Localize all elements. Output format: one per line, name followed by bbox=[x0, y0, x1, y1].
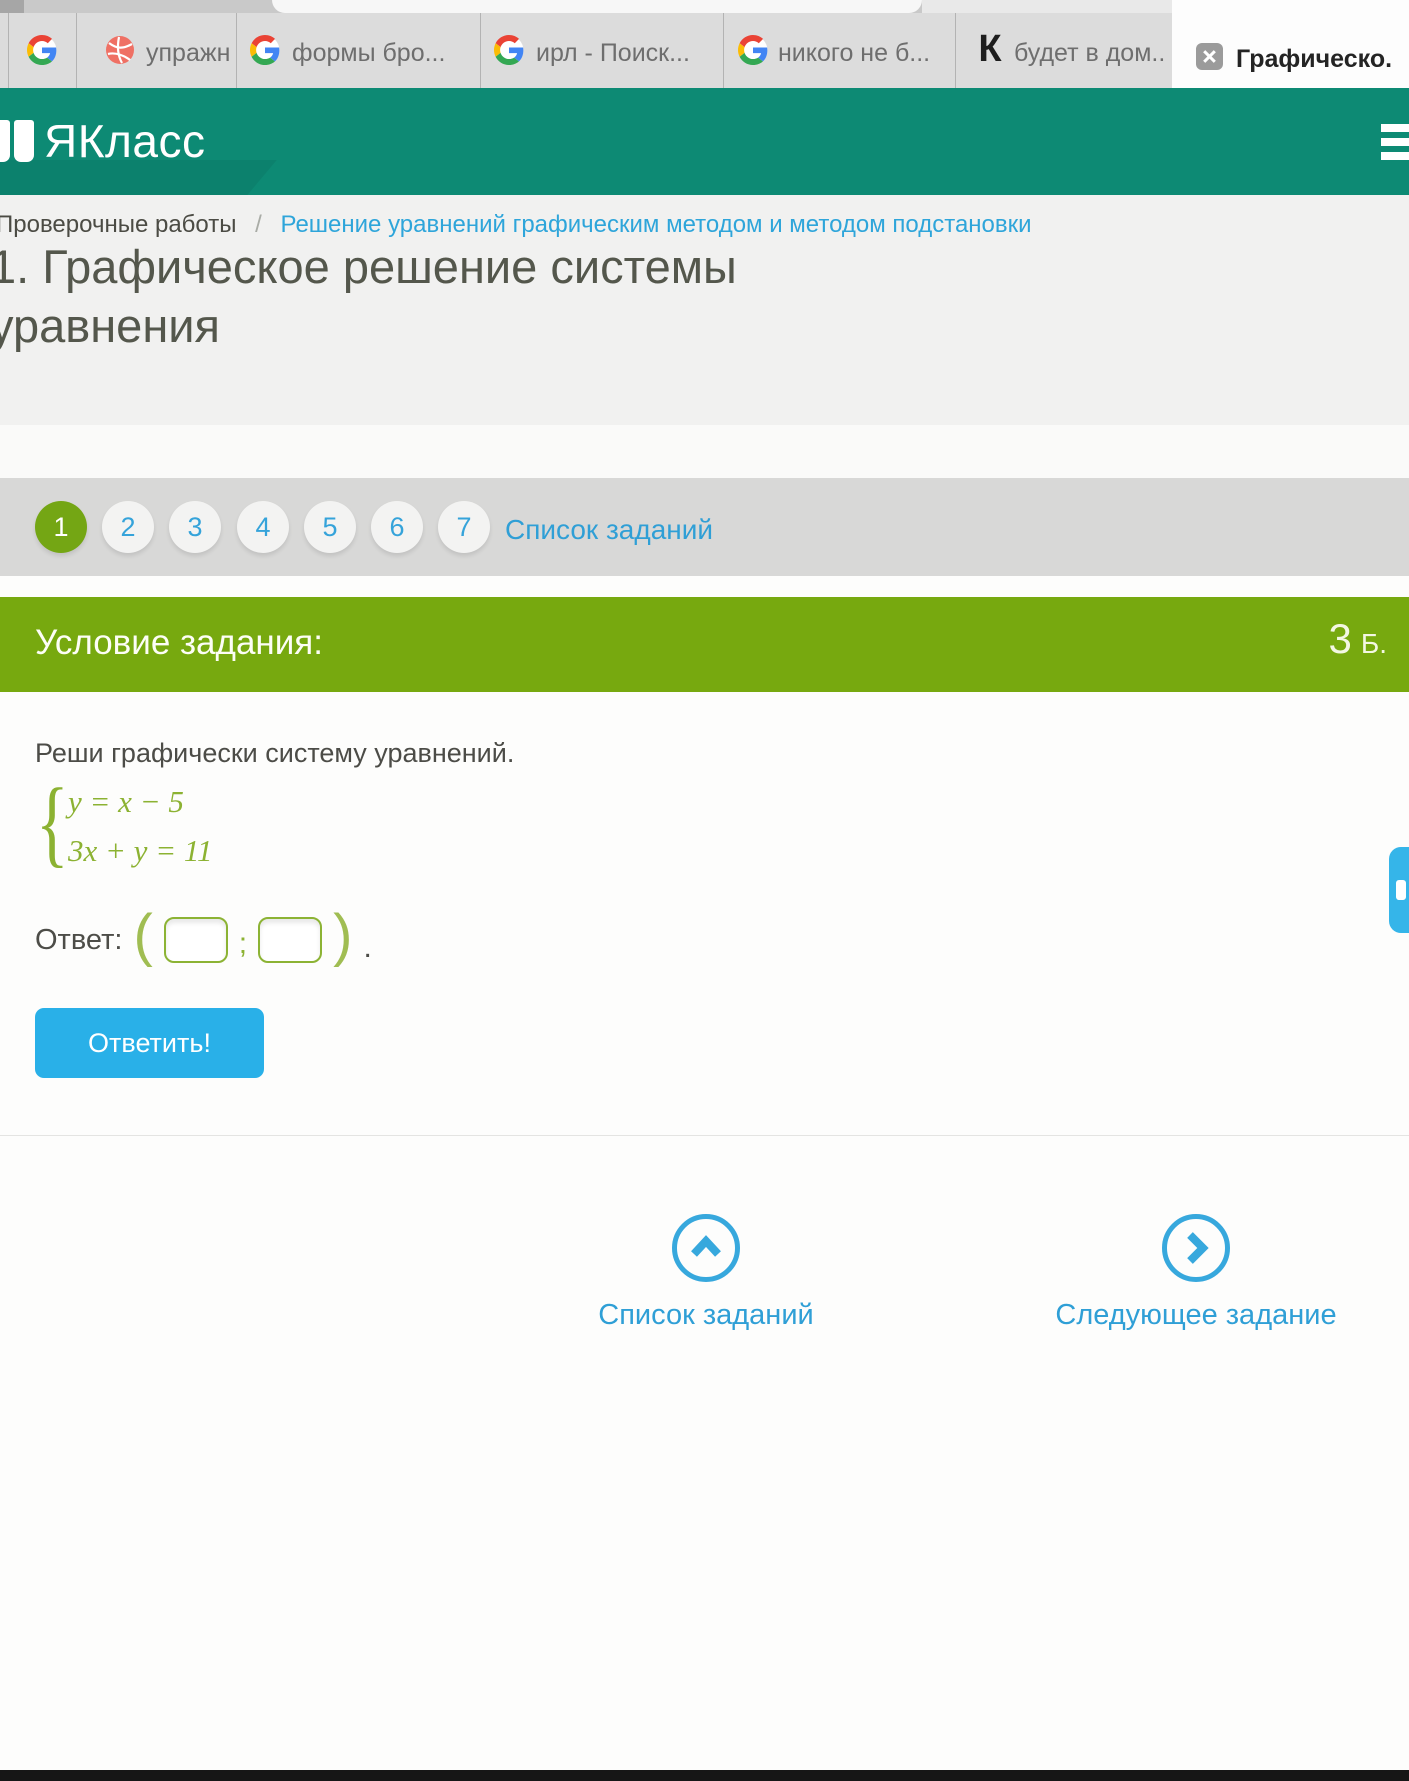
submit-button[interactable]: Ответить! bbox=[35, 1008, 264, 1078]
system-brace: { bbox=[36, 769, 69, 876]
page-head-area: Проверочные работы / Решение уравнений г… bbox=[0, 195, 1409, 425]
browser-tab[interactable]: никого не б... bbox=[778, 39, 946, 68]
equation-1: y = x − 5 bbox=[68, 784, 184, 819]
book-logo-icon[interactable] bbox=[0, 118, 38, 168]
task-number-5[interactable]: 5 bbox=[304, 501, 356, 553]
chevron-right-icon bbox=[1187, 1232, 1209, 1264]
answer-input-y[interactable] bbox=[258, 917, 323, 963]
task-list-bottom-link[interactable]: Список заданий bbox=[556, 1299, 856, 1332]
task-number-7[interactable]: 7 bbox=[438, 501, 490, 553]
screen: упражн формы бро... ирл - Поиск... никог… bbox=[0, 0, 1409, 1781]
task-number-6[interactable]: 6 bbox=[371, 501, 423, 553]
google-favicon-icon[interactable] bbox=[494, 35, 524, 65]
browser-tab[interactable]: ирл - Поиск... bbox=[536, 39, 714, 68]
page-title: 1. Графическое решение системы уравнения bbox=[0, 240, 737, 352]
condition-label: Условие задания: bbox=[35, 623, 323, 662]
breadcrumb: Проверочные работы / Решение уравнений г… bbox=[0, 211, 1032, 239]
equation-2: 3x + y = 11 bbox=[68, 833, 213, 868]
gray-close-favicon-icon bbox=[1196, 43, 1223, 70]
browser-tab[interactable]: будет в дом... bbox=[1014, 39, 1164, 68]
tab-divider bbox=[236, 13, 237, 88]
omnibox-bottom bbox=[272, 0, 922, 13]
task-number-nav: 1 2 3 4 5 6 7 Список заданий bbox=[0, 478, 1409, 576]
yaklass-logo[interactable]: ЯКласс bbox=[44, 114, 205, 168]
answer-period: . bbox=[363, 931, 372, 964]
google-favicon-icon[interactable] bbox=[250, 35, 280, 65]
browser-tab[interactable]: формы бро... bbox=[292, 39, 472, 68]
condition-header: Условие задания: 3 Б. bbox=[0, 597, 1409, 692]
close-paren: ) bbox=[333, 903, 353, 968]
task-list-link[interactable]: Список заданий bbox=[505, 514, 713, 546]
task-instruction: Реши графически систему уравнений. bbox=[35, 738, 515, 768]
spacer-band bbox=[0, 425, 1409, 478]
task-number-2[interactable]: 2 bbox=[102, 501, 154, 553]
browser-tab[interactable]: упражн bbox=[146, 39, 236, 68]
chevron-up-icon bbox=[691, 1235, 721, 1257]
answer-row: Ответ: ( ; ) . bbox=[35, 903, 372, 970]
pink-ball-favicon-icon[interactable] bbox=[105, 35, 135, 65]
next-task-link[interactable]: Следующее задание bbox=[1046, 1299, 1346, 1332]
open-paren: ( bbox=[133, 903, 153, 968]
feedback-tab-glyph-icon bbox=[1396, 880, 1406, 900]
site-header: ЯКласс bbox=[0, 88, 1409, 195]
tab-divider bbox=[723, 13, 724, 88]
task-number-3[interactable]: 3 bbox=[169, 501, 221, 553]
topstrip-left bbox=[0, 0, 24, 13]
tab-divider bbox=[76, 13, 77, 88]
answer-label: Ответ: bbox=[35, 923, 123, 956]
breadcrumb-current-link[interactable]: Решение уравнений графическим методом и … bbox=[280, 211, 1031, 238]
hamburger-menu-icon[interactable] bbox=[1381, 124, 1409, 164]
bottom-bar bbox=[0, 1770, 1409, 1781]
breadcrumb-section[interactable]: Проверочные работы bbox=[0, 211, 236, 238]
tab-divider bbox=[480, 13, 481, 88]
google-favicon-icon[interactable] bbox=[738, 35, 768, 65]
tab-divider bbox=[8, 13, 9, 88]
answer-separator: ; bbox=[238, 927, 248, 960]
letter-k-favicon-icon[interactable]: К bbox=[975, 27, 1005, 71]
feedback-side-tab[interactable] bbox=[1389, 847, 1409, 933]
task-number-4[interactable]: 4 bbox=[237, 501, 289, 553]
google-favicon-icon[interactable] bbox=[27, 35, 57, 65]
browser-tab-active[interactable]: Графическо. bbox=[1172, 0, 1409, 88]
task-number-1[interactable]: 1 bbox=[35, 501, 87, 553]
breadcrumb-separator: / bbox=[255, 211, 262, 238]
next-task-button[interactable] bbox=[1162, 1214, 1230, 1282]
task-list-up-button[interactable] bbox=[672, 1214, 740, 1282]
points-badge: 3 Б. bbox=[1328, 615, 1387, 662]
task-body: Реши графически систему уравнений. { y =… bbox=[0, 692, 1409, 1135]
spacer-band bbox=[0, 576, 1409, 597]
active-tab-title: Графическо. bbox=[1236, 45, 1393, 73]
footer-nav-area: Список заданий Следующее задание bbox=[0, 1136, 1409, 1770]
tab-divider bbox=[955, 13, 956, 88]
answer-input-x[interactable] bbox=[163, 917, 228, 963]
